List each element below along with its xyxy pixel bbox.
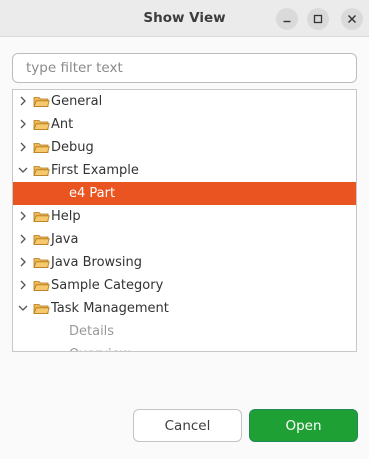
folder-icon: [33, 120, 50, 130]
tree-item-help[interactable]: Help: [13, 205, 356, 228]
open-button[interactable]: Open: [249, 409, 358, 442]
tree-item-debug[interactable]: Debug: [13, 136, 356, 159]
cancel-button[interactable]: Cancel: [133, 409, 242, 442]
tree-item-label: Java: [51, 232, 79, 247]
folder-icon: [33, 235, 50, 245]
view-tree[interactable]: General Ant Debug First Example e4 Part: [12, 89, 357, 352]
tree-item-label: e4 Part: [69, 186, 116, 201]
tree-item-java[interactable]: Java: [13, 228, 356, 251]
tree-item-label: Details: [69, 324, 115, 339]
folder-icon: [33, 304, 50, 314]
tree-item-label: First Example: [51, 163, 139, 178]
title-bar: Show View: [0, 0, 369, 37]
tree-item-label: Overview: [69, 343, 130, 351]
close-icon: [348, 15, 356, 23]
tree-item-label: General: [51, 94, 103, 109]
chevron-right-icon[interactable]: [17, 279, 29, 291]
close-button[interactable]: [341, 8, 363, 30]
chevron-down-icon[interactable]: [17, 164, 29, 176]
filter-input[interactable]: [12, 53, 357, 83]
tree-item-label: Sample Category: [51, 278, 164, 293]
maximize-icon: [313, 14, 323, 24]
minimize-icon: [283, 20, 291, 23]
chevron-right-icon[interactable]: [17, 118, 29, 130]
tree-item-label: Ant: [51, 117, 74, 132]
chevron-down-icon[interactable]: [17, 302, 29, 314]
tree-item-label: Debug: [51, 140, 94, 155]
chevron-right-icon[interactable]: [17, 95, 29, 107]
chevron-right-icon[interactable]: [17, 233, 29, 245]
maximize-button[interactable]: [307, 8, 329, 30]
chevron-right-icon[interactable]: [17, 256, 29, 268]
chevron-right-icon[interactable]: [17, 210, 29, 222]
folder-icon: [33, 97, 50, 107]
tree-item-details[interactable]: Details: [13, 320, 356, 343]
tree-item-task-management[interactable]: Task Management: [13, 297, 356, 320]
folder-icon: [33, 281, 50, 291]
folder-icon: [33, 166, 50, 176]
tree-item-label: Java Browsing: [51, 255, 143, 270]
tree-item-general[interactable]: General: [13, 90, 356, 113]
folder-icon: [33, 258, 50, 268]
chevron-right-icon[interactable]: [17, 141, 29, 153]
tree-item-overview[interactable]: Overview: [13, 343, 356, 351]
folder-icon: [33, 143, 50, 153]
tree-item-label: Help: [51, 209, 81, 224]
show-view-dialog: Show View General Ant Debug: [0, 0, 369, 459]
tree-item-first-example[interactable]: First Example: [13, 159, 356, 182]
tree-item-e4-part[interactable]: e4 Part: [13, 182, 356, 205]
minimize-button[interactable]: [276, 8, 298, 30]
folder-icon: [33, 212, 50, 222]
tree-item-java-browsing[interactable]: Java Browsing: [13, 251, 356, 274]
tree-item-label: Task Management: [51, 301, 169, 316]
tree-item-sample-category[interactable]: Sample Category: [13, 274, 356, 297]
tree-item-ant[interactable]: Ant: [13, 113, 356, 136]
